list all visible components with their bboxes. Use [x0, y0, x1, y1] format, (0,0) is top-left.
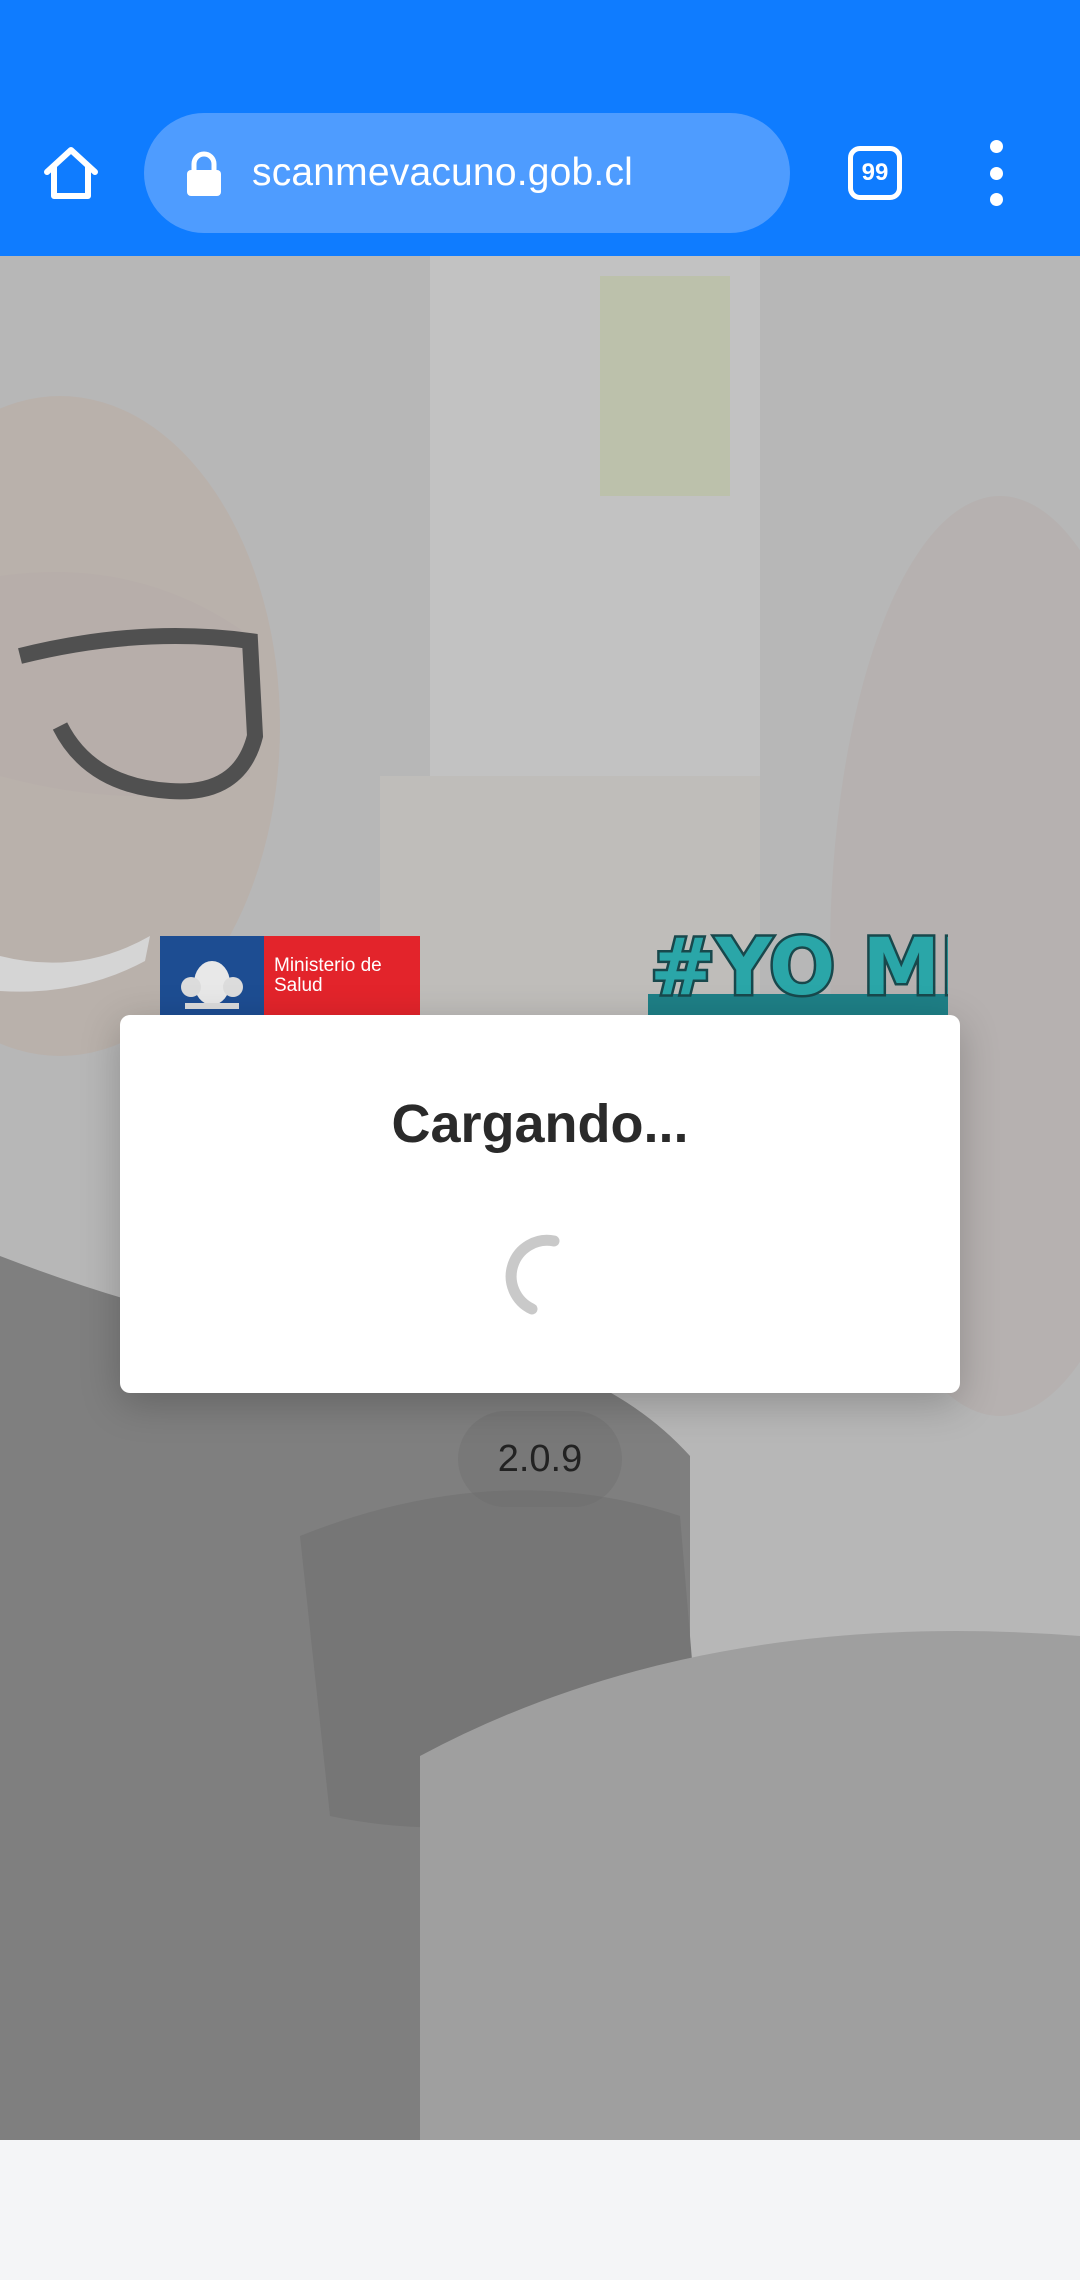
version-badge: 2.0.9: [458, 1411, 622, 1507]
ministry-name: Ministerio de Salud: [264, 936, 420, 1026]
dialog-title: Cargando...: [391, 1094, 689, 1154]
bottom-bar: [0, 2140, 1080, 2280]
coat-of-arms-icon: [160, 936, 264, 1026]
more-vert-icon[interactable]: [972, 140, 1020, 206]
ministerio-salud-logo: Ministerio de Salud: [160, 936, 420, 1026]
url-text: scanmevacuno.gob.cl: [252, 151, 634, 194]
version-text: 2.0.9: [497, 1437, 583, 1480]
address-bar[interactable]: scanmevacuno.gob.cl: [144, 113, 790, 233]
loading-dialog: Cargando...: [120, 1015, 960, 1393]
loading-spinner-icon: [505, 1234, 560, 1315]
tab-count: 99: [861, 159, 889, 186]
campaign-text: #YO ME: [650, 924, 948, 1013]
home-icon: [44, 147, 98, 199]
browser-toolbar: scanmevacuno.gob.cl 99: [0, 0, 1080, 256]
tab-switcher-button[interactable]: 99: [848, 146, 902, 200]
home-button[interactable]: [34, 136, 108, 210]
lock-icon: [187, 151, 221, 196]
